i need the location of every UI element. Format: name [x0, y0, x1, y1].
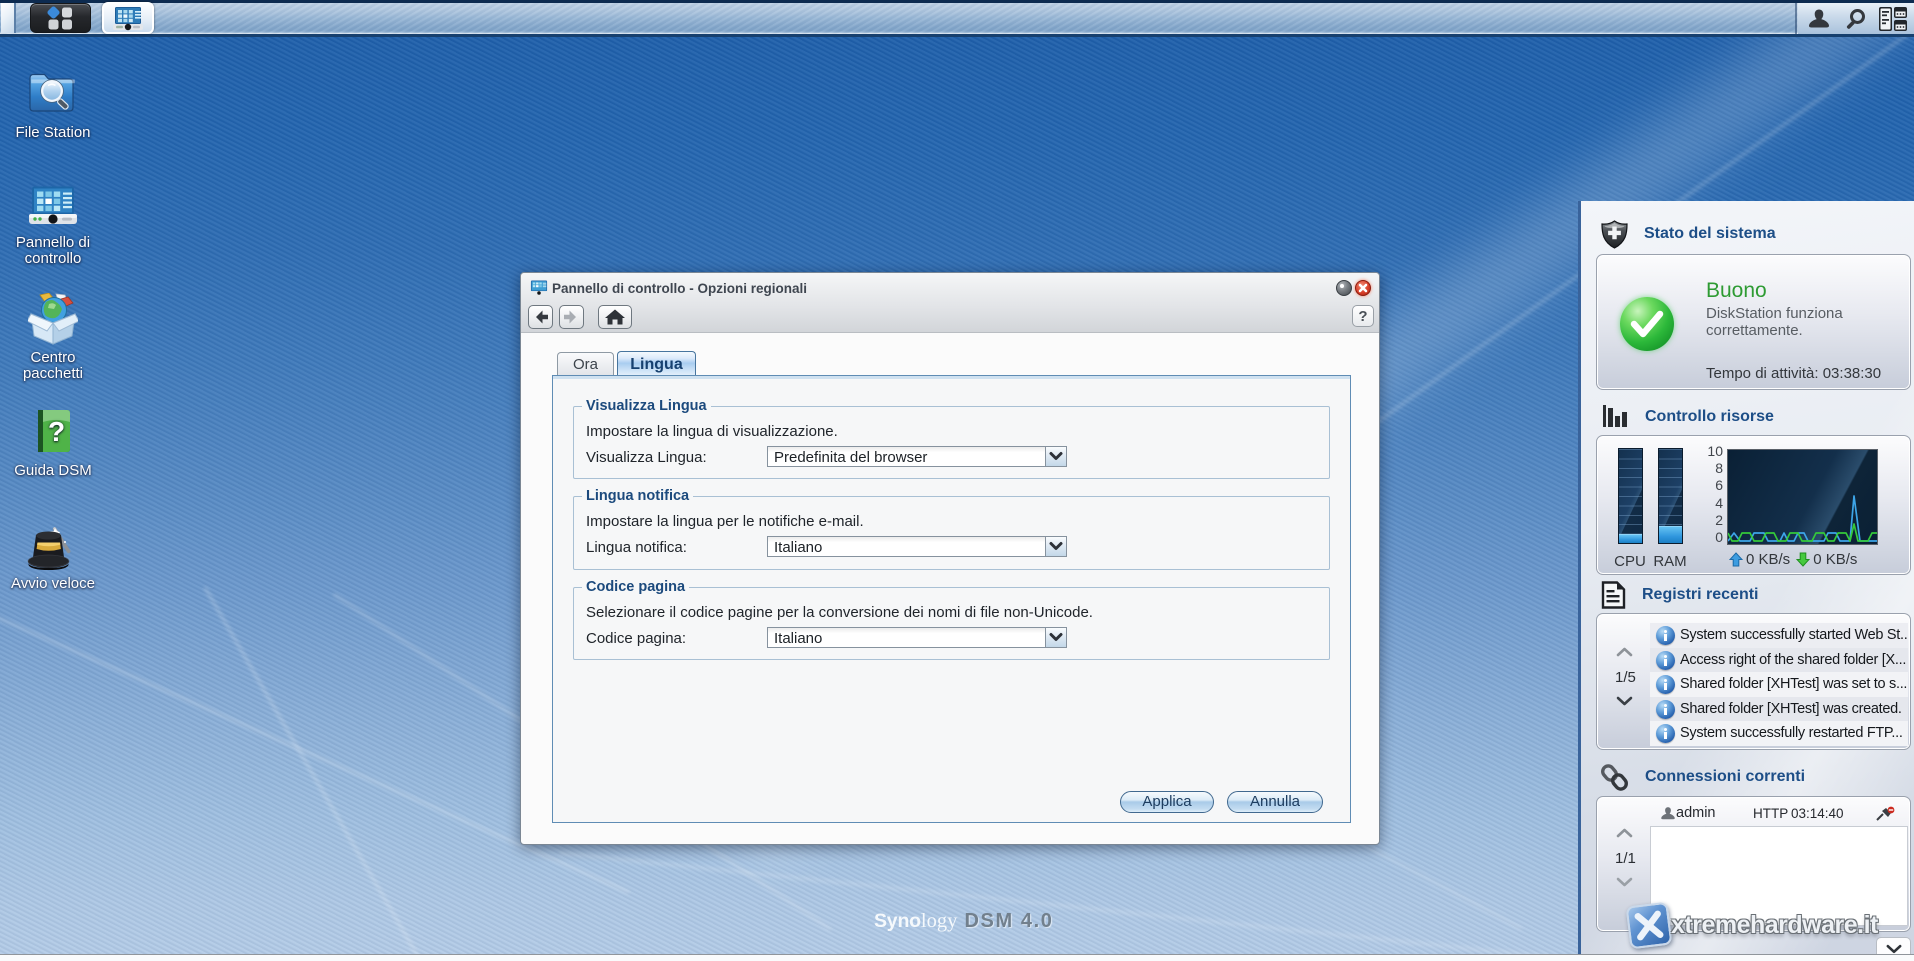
svg-text:?: ? [47, 416, 64, 447]
